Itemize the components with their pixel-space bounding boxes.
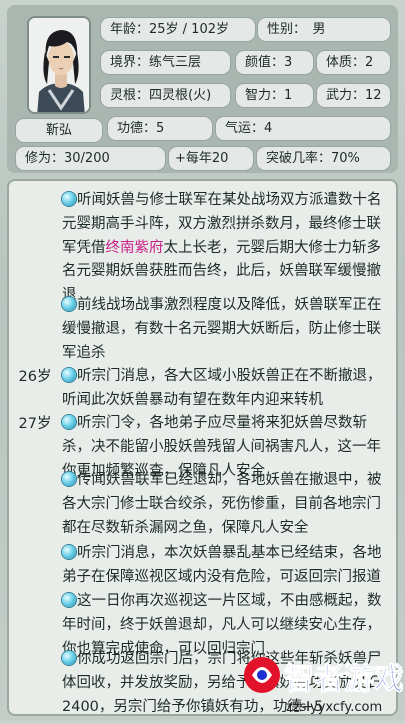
log-entry-text: 听宗门消息，各大区域小股妖兽正在不断撤退，听闻此次妖兽暴动有望在数年内迎来转机 [62,368,382,408]
merit-field: 功德：5 [107,116,213,141]
log-entry-text: 听闻妖兽与修士联军在某处战场双方派遣数十名元婴期高手斗阵，双方激烈拼杀数月，最终… [62,192,382,304]
appearance-field: 颜值：3 [235,50,314,75]
realm-field: 境界：练气三层 [100,50,231,75]
avatar-portrait [29,18,89,112]
gem-icon [62,192,76,206]
svg-text:智者游戏网: 智者游戏网 [284,662,403,697]
avatar [27,16,91,114]
gem-icon [62,472,76,486]
martial-field: 武力：12 [316,83,391,108]
gem-icon [62,593,76,607]
watermark-logo: 智者游戏网 zzslyyxcfy.com [244,657,405,715]
cultivation-field: 修为：30/200 [15,146,166,171]
watermark: 智者游戏网 zzslyyxcfy.com [238,645,405,720]
svg-text:zzslyyxcfy.com: zzslyyxcfy.com [286,700,382,715]
gem-icon [62,545,76,559]
sect-name-highlight: 终南紫府 [105,239,164,256]
log-age-label: 26岁 [18,369,52,385]
intelligence-field: 智力：1 [235,83,314,108]
spirit-root-field: 灵根：四灵根(火) [100,83,231,108]
character-name: 靳弘 [15,118,103,143]
log-entry-text: 前线战场战事激烈程度以及降低，妖兽联军正在缓慢撤退，有数十名元婴期大妖断后，防止… [62,297,382,361]
gem-icon [62,651,76,665]
physique-field: 体质：2 [316,50,391,75]
event-log[interactable]: 听闻妖兽与修士联军在某处战场双方派遣数十名元婴期高手斗阵，双方激烈拼杀数月，最终… [7,179,398,716]
age-field: 年龄：25岁 / 102岁 [100,17,256,42]
character-panel: 靳弘 年龄：25岁 / 102岁 性别： 男 境界：练气三层 颜值：3 体质：2… [7,5,398,173]
cultivation-rate-field: +每年20 [168,146,254,171]
log-entry-text: 听宗门消息，本次妖兽暴乱基本已经结束，各地弟子在保障巡视区域内没有危险，可返回宗… [62,545,382,585]
gender-field: 性别： 男 [257,17,391,42]
breakthrough-field: 突破几率：70% [256,146,391,171]
gem-icon [62,415,76,429]
luck-field: 气运：4 [215,116,391,141]
gem-icon [62,297,76,311]
log-entry-text: 传闻妖兽联军已经退却，各地妖兽在撤退中，被各大宗门修士联合绞杀，死伤惨重，目前各… [62,472,382,536]
gem-icon [62,368,76,382]
log-age-label: 27岁 [18,416,52,432]
